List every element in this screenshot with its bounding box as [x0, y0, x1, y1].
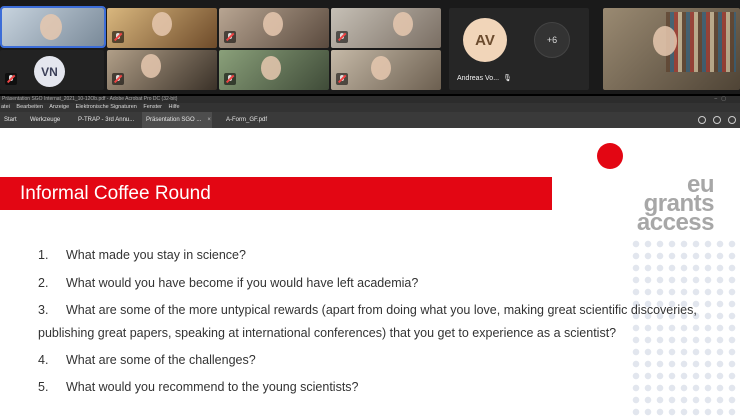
- mic-muted-icon: [224, 73, 236, 85]
- participant-name: Andreas Vo... 🎙: [457, 74, 512, 83]
- tab-document-active[interactable]: Präsentation SGO ... ×: [142, 112, 212, 128]
- participant-tile[interactable]: [219, 8, 329, 48]
- menu-help[interactable]: Hilfe: [169, 104, 180, 110]
- slide-title: Informal Coffee Round: [20, 183, 211, 204]
- eu-grants-access-logo: eu grants access: [636, 171, 715, 236]
- pdf-page: Informal Coffee Round eu grants access 1…: [0, 128, 740, 420]
- mic-muted-icon: [112, 73, 124, 85]
- participant-tile[interactable]: [331, 8, 441, 48]
- logo-dot-icon: [597, 143, 623, 169]
- participant-tile[interactable]: [603, 8, 740, 90]
- tab-tools[interactable]: Werkzeuge: [26, 112, 60, 128]
- title-banner: Informal Coffee Round: [0, 177, 552, 210]
- participant-tile[interactable]: [219, 50, 329, 90]
- close-icon[interactable]: ×: [207, 117, 211, 123]
- app-title-bar: Präsentation SGO Internat_2021_10-12Ob.p…: [0, 96, 740, 103]
- mic-muted-icon: [224, 31, 236, 43]
- menu-view[interactable]: Anzeige: [49, 104, 69, 110]
- notifications-icon[interactable]: [713, 116, 721, 124]
- window-title: Präsentation SGO Internat_2021_10-12Ob.p…: [2, 96, 178, 102]
- mic-muted-icon: [5, 73, 17, 85]
- participant-tile[interactable]: VN: [0, 50, 104, 90]
- menu-edit[interactable]: Bearbeiten: [16, 104, 43, 110]
- tab-start[interactable]: Start: [0, 112, 17, 128]
- window-controls[interactable]: – ▢: [714, 96, 726, 103]
- tab-document[interactable]: A-Form_GF.pdf: [222, 112, 267, 128]
- tab-bar: Start Werkzeuge P-TRAP - 3rd Annu... Prä…: [0, 112, 740, 128]
- menu-signatures[interactable]: Elektronische Signaturen: [76, 104, 137, 110]
- participant-tile[interactable]: [107, 8, 217, 48]
- mic-muted-icon: [112, 31, 124, 43]
- list-item-continuation: publishing great papers, speaking at int…: [38, 326, 617, 340]
- participant-tile[interactable]: [331, 50, 441, 90]
- video-call-strip: VN AV +6 Andreas Vo... 🎙: [0, 0, 740, 94]
- participant-tile[interactable]: [107, 50, 217, 90]
- toolbar-icons: [698, 112, 736, 128]
- avatar: AV: [463, 18, 507, 62]
- avatar: VN: [34, 56, 65, 87]
- mic-muted-icon: [336, 31, 348, 43]
- menu-window[interactable]: Fenster: [143, 104, 162, 110]
- participant-tile[interactable]: AV +6 Andreas Vo... 🎙: [449, 8, 589, 90]
- help-icon[interactable]: [698, 116, 706, 124]
- participant-tile[interactable]: [0, 6, 106, 48]
- mic-muted-icon: 🎙: [503, 75, 512, 82]
- more-participants-button[interactable]: +6: [534, 22, 570, 58]
- account-icon[interactable]: [728, 116, 736, 124]
- menu-bar: atei Bearbeiten Anzeige Elektronische Si…: [0, 103, 740, 112]
- tab-document[interactable]: P-TRAP - 3rd Annu...: [74, 112, 134, 128]
- dot-pattern-decoration: [630, 238, 740, 420]
- menu-file[interactable]: atei: [1, 104, 10, 110]
- mic-muted-icon: [336, 73, 348, 85]
